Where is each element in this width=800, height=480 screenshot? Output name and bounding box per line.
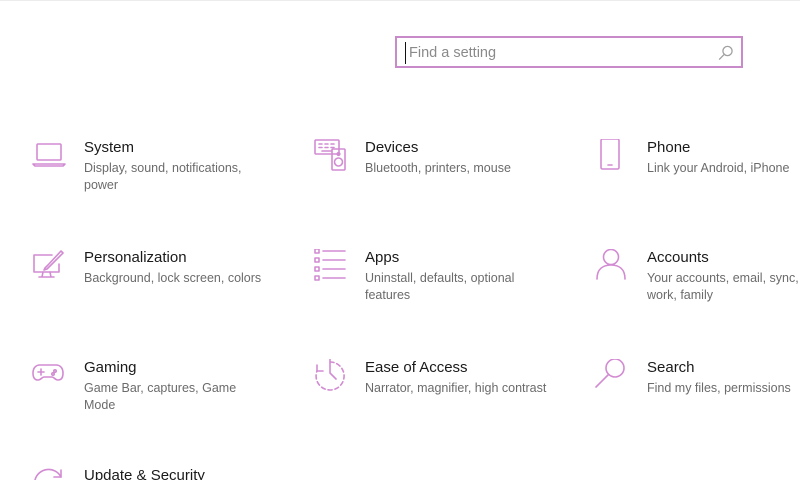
tile-title: Search xyxy=(647,359,695,376)
person-icon xyxy=(595,249,631,285)
tile-description: Background, lock screen, colors xyxy=(84,271,262,285)
gamepad-icon xyxy=(32,359,68,395)
laptop-icon xyxy=(32,139,68,175)
top-divider xyxy=(0,0,800,1)
ease-of-access-icon xyxy=(313,359,349,395)
tile-description: Uninstall, defaults, optional features xyxy=(365,271,515,302)
tile-title: Gaming xyxy=(84,359,137,376)
tile-description: Link your Android, iPhone xyxy=(647,161,790,175)
paintbrush-screen-icon xyxy=(32,249,68,285)
tile-title: Phone xyxy=(647,139,691,156)
tile-description: Narrator, magnifier, high contrast xyxy=(365,381,547,395)
tile-description: Bluetooth, printers, mouse xyxy=(365,161,511,175)
keyboard-speaker-icon xyxy=(313,139,349,175)
tile-description: Your accounts, email, sync, work, family xyxy=(647,271,799,302)
tile-description: Display, sound, notifications, power xyxy=(84,161,242,192)
tile-title: Devices xyxy=(365,139,419,156)
apps-list-icon xyxy=(313,249,349,285)
tile-description: Find my files, permissions xyxy=(647,381,791,395)
tile-description: Game Bar, captures, Game Mode xyxy=(84,381,237,412)
tile-title: Accounts xyxy=(647,249,709,266)
sync-icon xyxy=(32,467,68,480)
search-box[interactable] xyxy=(395,36,743,68)
tile-title: Personalization xyxy=(84,249,187,266)
tile-title: Apps xyxy=(365,249,400,266)
search-icon[interactable] xyxy=(717,44,735,62)
tile-title: System xyxy=(84,139,135,156)
phone-icon xyxy=(595,139,631,175)
tile-title: Update & Security xyxy=(84,467,205,480)
tile-title: Ease of Access xyxy=(365,359,468,376)
search-input[interactable] xyxy=(405,42,709,64)
magnifier-icon xyxy=(595,359,631,395)
